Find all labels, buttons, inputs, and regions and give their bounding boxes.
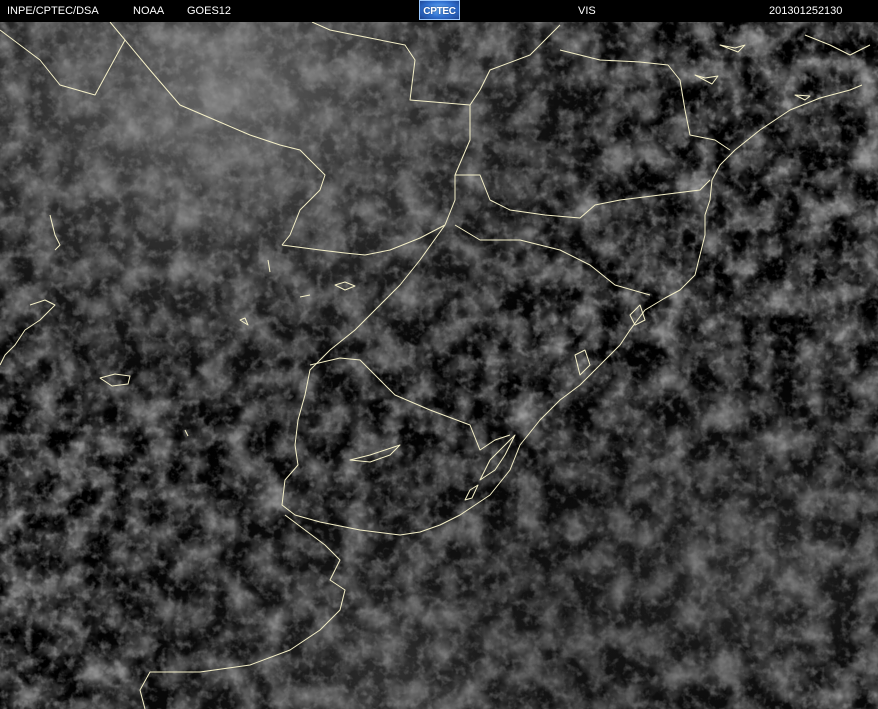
- satellite-map-svg: [0, 22, 878, 709]
- timestamp-label: 201301252130: [769, 5, 843, 17]
- cptec-logo: CPTEC: [419, 0, 460, 20]
- source-label: INPE/CPTEC/DSA: [7, 5, 99, 17]
- satellite-imagery: [0, 22, 878, 709]
- east-cloud-haze: [0, 22, 878, 709]
- agency-label: NOAA: [133, 5, 165, 17]
- satellite-label: GOES12: [187, 5, 232, 17]
- cptec-logo-text: CPTEC: [423, 6, 456, 17]
- image-header: INPE/CPTEC/DSA NOAA GOES12 CPTEC VIS 201…: [0, 0, 878, 22]
- satellite-image-frame: INPE/CPTEC/DSA NOAA GOES12 CPTEC VIS 201…: [0, 0, 878, 709]
- channel-label: VIS: [578, 5, 596, 17]
